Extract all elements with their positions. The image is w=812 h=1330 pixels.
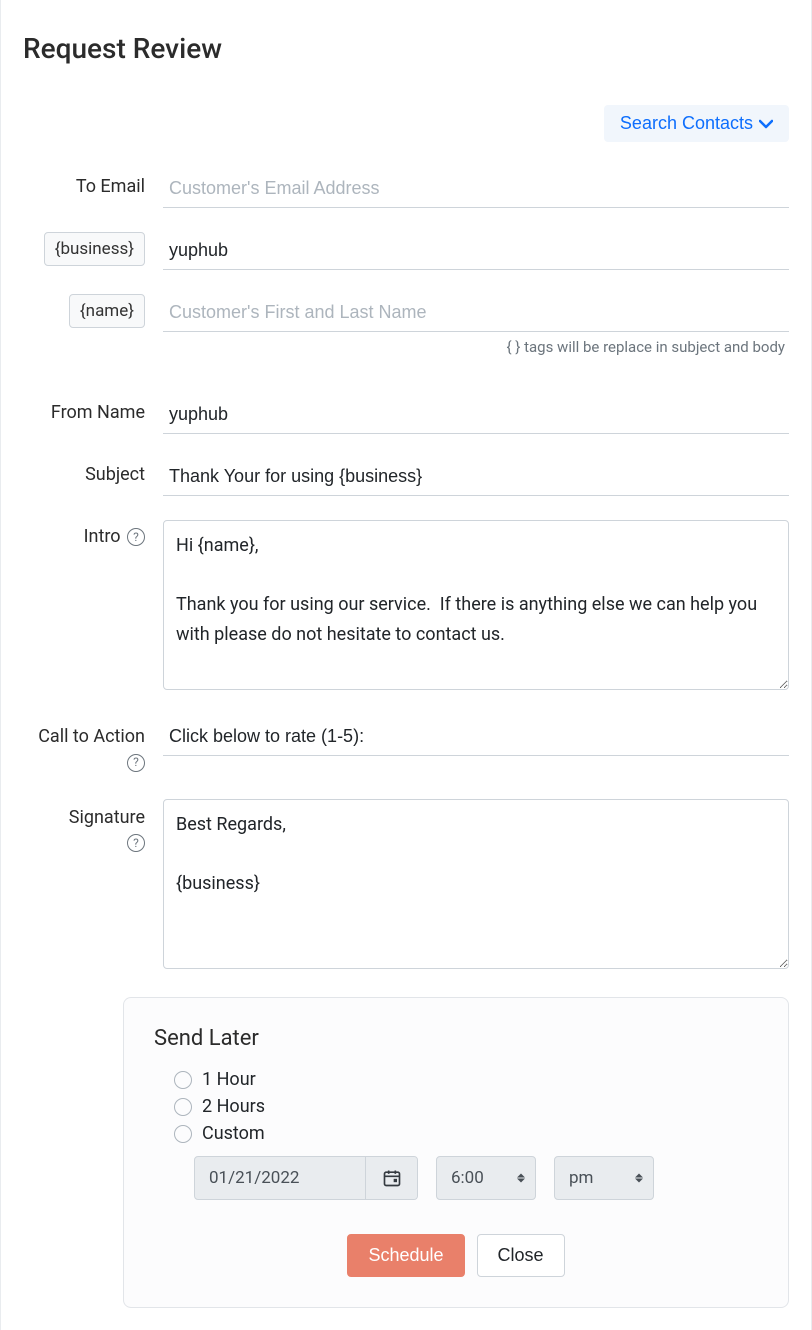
subject-input[interactable] [163,458,789,496]
search-contacts-button[interactable]: Search Contacts [604,105,789,142]
call-to-action-input[interactable] [163,718,789,756]
chevron-down-icon [759,113,773,134]
ampm-select[interactable]: pm [554,1156,654,1200]
radio-icon [174,1071,192,1089]
radio-label: Custom [202,1123,265,1144]
radio-label: 1 Hour [202,1069,256,1090]
radio-1-hour[interactable]: 1 Hour [154,1069,758,1090]
radio-icon [174,1098,192,1116]
calendar-icon[interactable] [365,1157,417,1199]
intro-textarea[interactable] [163,520,789,690]
to-email-label: To Email [23,170,163,197]
page-title: Request Review [23,0,789,105]
date-picker[interactable]: 01/21/2022 [194,1156,418,1200]
sort-caret-icon [517,1174,525,1183]
radio-2-hours[interactable]: 2 Hours [154,1096,758,1117]
time-value: 6:00 [451,1168,484,1188]
name-tag-badge[interactable]: {name} [69,294,145,328]
date-value: 01/21/2022 [195,1157,365,1199]
schedule-button[interactable]: Schedule [347,1234,464,1277]
close-button[interactable]: Close [477,1234,565,1277]
to-email-input[interactable] [163,170,789,208]
search-contacts-label: Search Contacts [620,113,753,134]
business-tag-badge[interactable]: {business} [44,232,145,266]
from-name-input[interactable] [163,396,789,434]
intro-label: Intro ? [23,520,163,547]
call-to-action-label: Call to Action ? [23,718,163,774]
help-icon[interactable]: ? [127,754,145,772]
signature-textarea[interactable] [163,799,789,969]
signature-label: Signature ? [23,799,163,855]
radio-icon [174,1125,192,1143]
send-later-title: Send Later [154,1026,758,1051]
radio-custom[interactable]: Custom [154,1123,758,1144]
from-name-label: From Name [23,396,163,423]
name-input[interactable] [163,294,789,332]
tags-help-note: { } tags will be replace in subject and … [23,338,789,356]
help-icon[interactable]: ? [127,834,145,852]
sort-caret-icon [635,1174,643,1183]
send-later-card: Send Later 1 Hour 2 Hours Custom 01/21/2… [123,997,789,1308]
radio-label: 2 Hours [202,1096,265,1117]
help-icon[interactable]: ? [127,528,145,546]
ampm-value: pm [569,1168,593,1188]
subject-label: Subject [23,458,163,485]
business-input[interactable] [163,232,789,270]
time-select[interactable]: 6:00 [436,1156,536,1200]
